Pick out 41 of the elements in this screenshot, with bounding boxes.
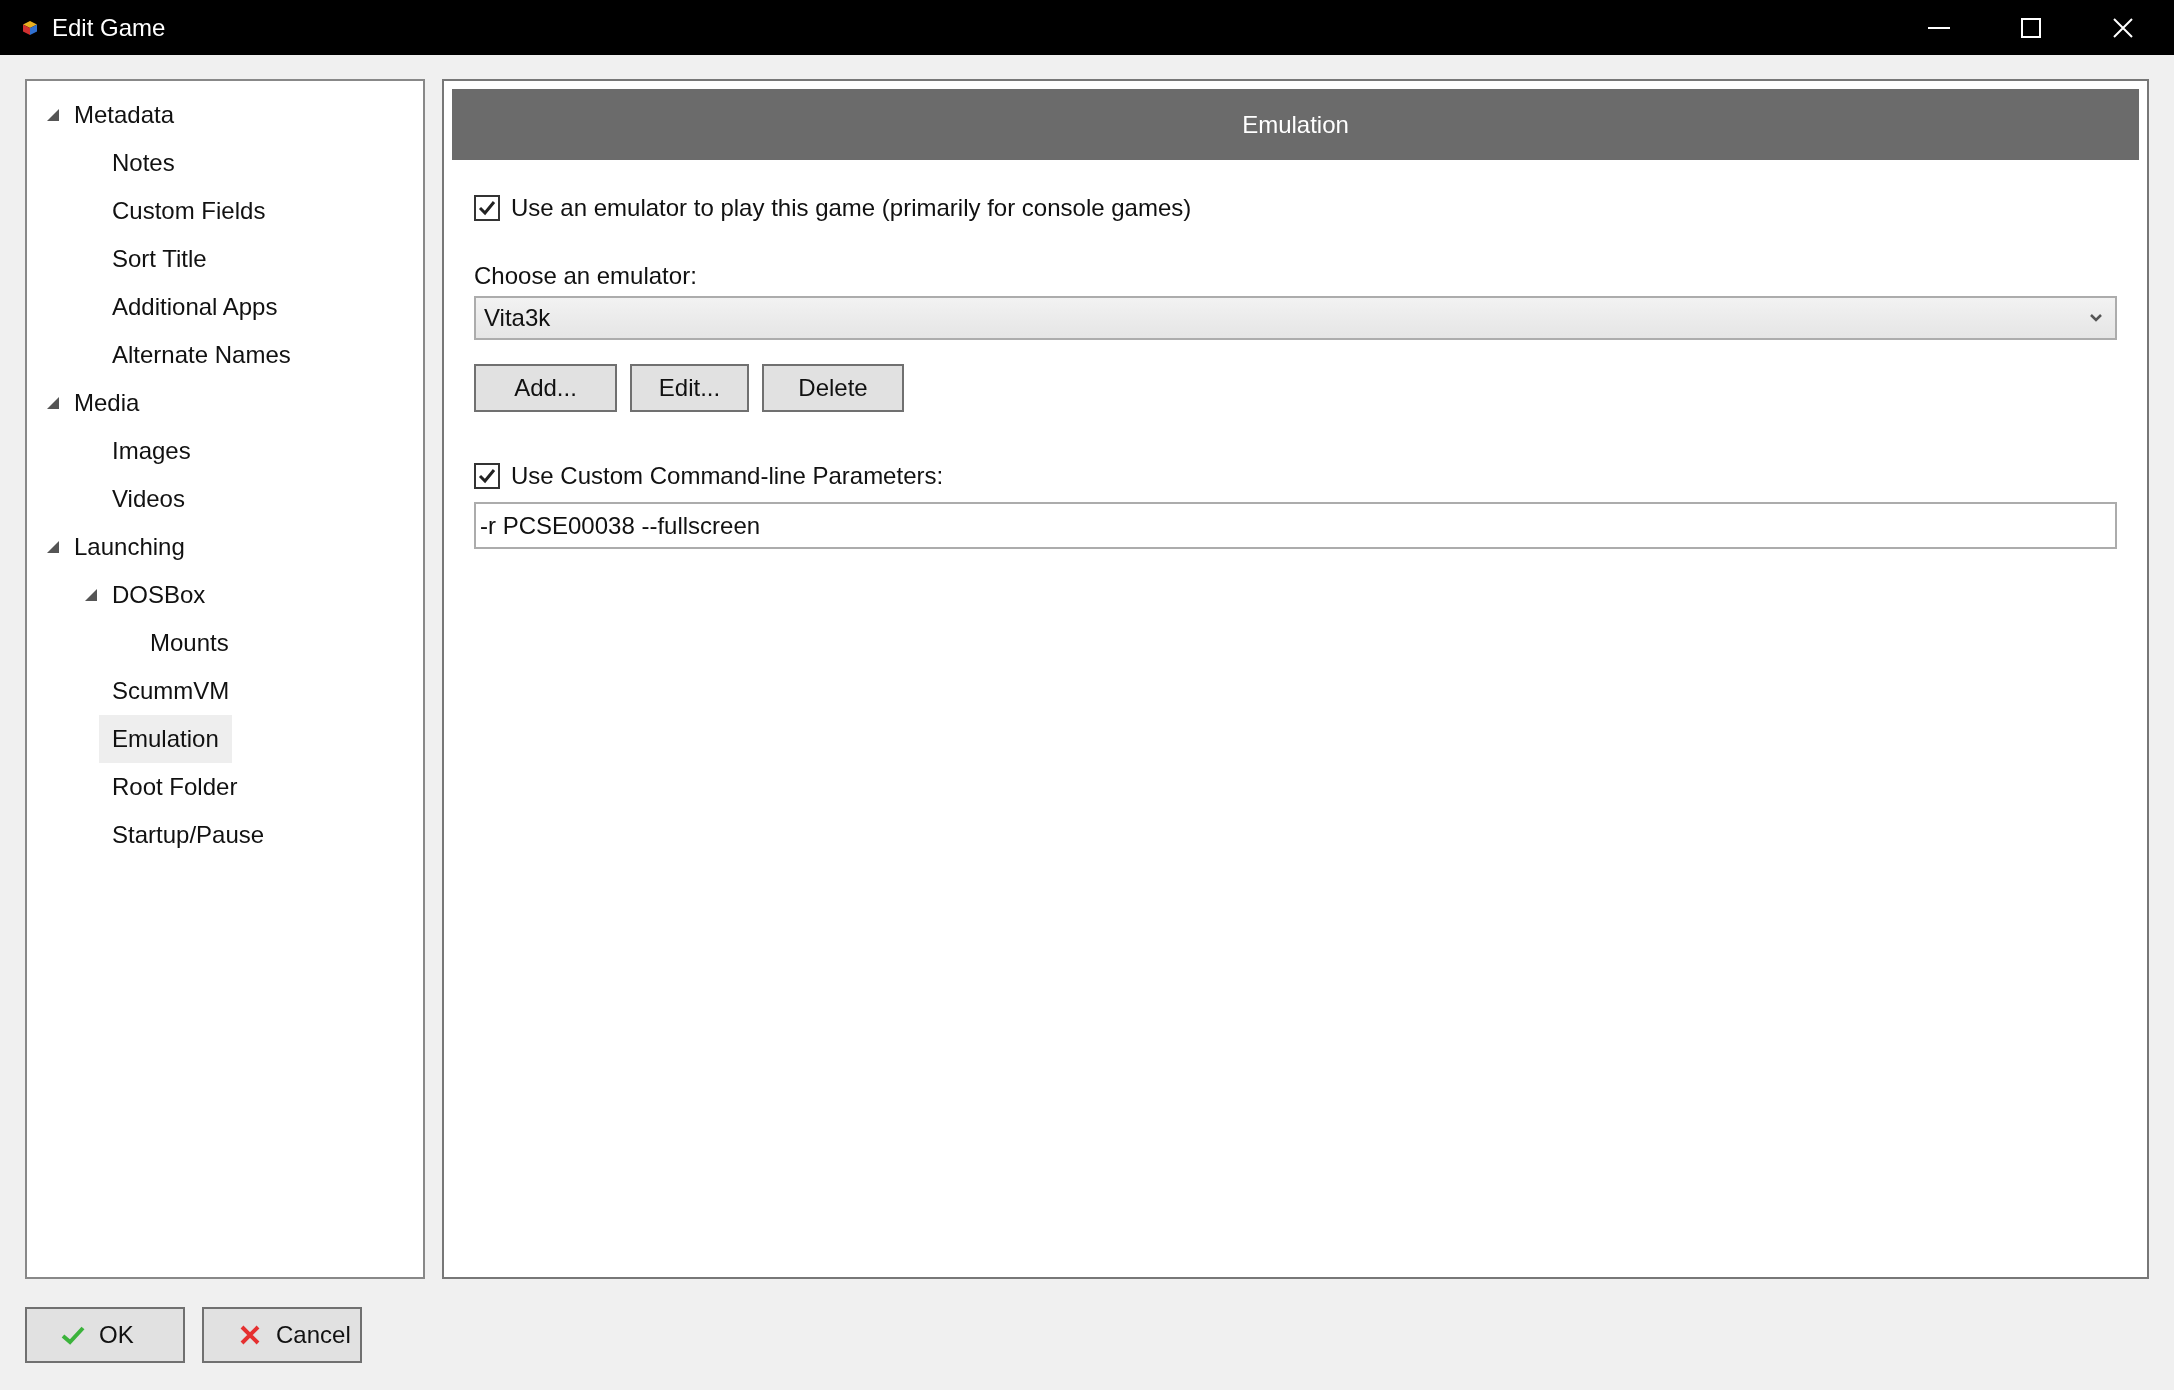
tree-item[interactable]: Launching <box>61 523 198 571</box>
tree-item[interactable]: DOSBox <box>99 571 219 619</box>
tree-item[interactable]: Startup/Pause <box>99 811 278 859</box>
checkmark-icon <box>61 1325 85 1345</box>
expanded-arrow-icon[interactable] <box>47 541 59 553</box>
tree-item[interactable]: Images <box>99 427 204 475</box>
x-icon <box>238 1325 262 1345</box>
expanded-arrow-icon[interactable] <box>47 109 59 121</box>
checkbox-label: Use an emulator to play this game (primarily for console games) <box>511 193 1192 223</box>
tree-item[interactable]: Emulation <box>99 715 232 763</box>
window-title: Edit Game <box>52 12 166 43</box>
emulator-action-button[interactable]: Delete <box>762 364 904 412</box>
cancel-button[interactable]: Cancel <box>202 1307 362 1363</box>
tree-item[interactable]: ScummVM <box>99 667 243 715</box>
tree-item[interactable]: Metadata <box>61 91 188 139</box>
tree-item[interactable]: Additional Apps <box>99 283 291 331</box>
checkbox[interactable] <box>474 463 500 489</box>
expanded-arrow-icon[interactable] <box>85 589 97 601</box>
tree-item[interactable]: Alternate Names <box>99 331 304 379</box>
tree-item[interactable]: Notes <box>99 139 188 187</box>
tree-item[interactable]: Media <box>61 379 153 427</box>
emulator-action-button[interactable]: Edit... <box>630 364 749 412</box>
expanded-arrow-icon[interactable] <box>47 397 59 409</box>
tree-item[interactable]: Videos <box>99 475 198 523</box>
close-icon <box>2113 17 2133 38</box>
ok-button[interactable]: OK <box>25 1307 185 1363</box>
emulator-action-button[interactable]: Add... <box>474 364 617 412</box>
maximize-icon <box>2021 17 2041 38</box>
tree-item[interactable]: Root Folder <box>99 763 251 811</box>
tree-item[interactable]: Sort Title <box>99 235 220 283</box>
app-cube-icon <box>23 20 37 35</box>
panel-header: Emulation <box>452 89 2139 160</box>
tree-item[interactable]: Mounts <box>137 619 242 667</box>
tree-item[interactable]: Custom Fields <box>99 187 279 235</box>
emulator-label: Choose an emulator: <box>474 261 698 290</box>
checkbox-label: Use Custom Command-line Parameters: <box>511 461 944 491</box>
chevron-down-icon <box>2089 313 2103 323</box>
parameters-field[interactable]: -r PCSE00038 --fullscreen <box>474 502 2117 549</box>
minimize-icon <box>1928 26 1950 29</box>
emulator-dropdown[interactable]: Vita3k <box>474 296 2117 340</box>
checkbox[interactable] <box>474 195 500 221</box>
